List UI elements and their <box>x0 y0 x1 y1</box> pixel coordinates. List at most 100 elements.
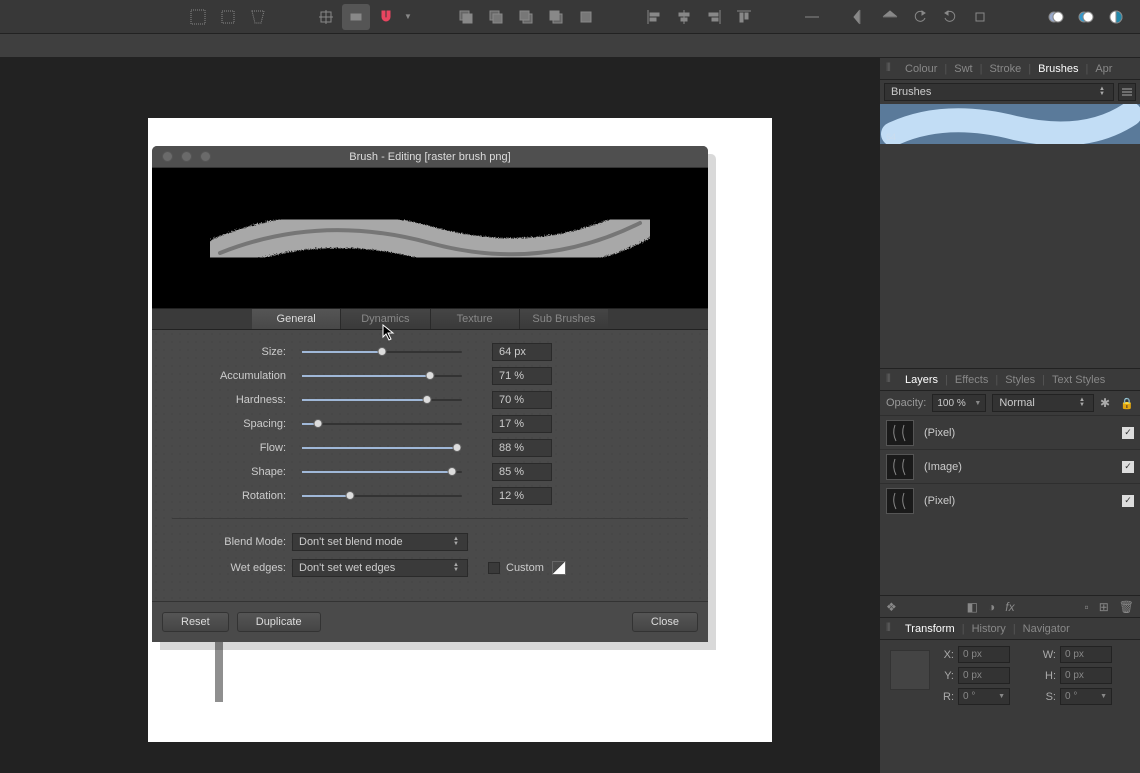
trash-icon[interactable]: 🗑 <box>1119 600 1134 614</box>
grid-icon[interactable]: ⊞ <box>1099 600 1109 614</box>
r-input[interactable]: 0 °▼ <box>958 688 1010 705</box>
layer-row[interactable]: (Image) ✓ <box>880 449 1140 483</box>
layer-name: (Pixel) <box>924 495 1122 507</box>
tab-texture[interactable]: Texture <box>431 309 520 329</box>
slider-value-4[interactable]: 88 % <box>492 439 552 457</box>
tab-brushes[interactable]: Brushes <box>1031 61 1085 77</box>
layer-blend-select[interactable]: Normal▲▼ <box>992 394 1094 412</box>
tab-appearance[interactable]: Apr <box>1088 61 1119 77</box>
context-bar <box>0 34 1140 58</box>
slider-value-2[interactable]: 70 % <box>492 391 552 409</box>
layer-visible-checkbox[interactable]: ✓ <box>1122 495 1134 507</box>
slider-value-5[interactable]: 85 % <box>492 463 552 481</box>
tab-text-styles[interactable]: Text Styles <box>1045 372 1112 388</box>
close-button[interactable]: Close <box>632 612 698 632</box>
opacity-input[interactable]: 100 %▼ <box>932 394 986 412</box>
layer-visible-checkbox[interactable]: ✓ <box>1122 461 1134 473</box>
tab-history[interactable]: History <box>965 621 1013 637</box>
arrange-forward-icon[interactable] <box>512 4 540 30</box>
window-minimize-dot[interactable] <box>181 151 192 162</box>
slider-value-3[interactable]: 17 % <box>492 415 552 433</box>
mask-icon[interactable]: ◧ <box>967 600 978 614</box>
flip-v-icon[interactable] <box>876 4 904 30</box>
lock-icon[interactable]: 🔒 <box>1120 397 1134 410</box>
slider-track-6[interactable] <box>302 495 462 497</box>
lasso-icon[interactable] <box>244 4 272 30</box>
arrange-backward-icon[interactable] <box>482 4 510 30</box>
slider-track-5[interactable] <box>302 471 462 473</box>
add-layer-icon[interactable]: ▫ <box>1084 600 1088 614</box>
tab-dynamics[interactable]: Dynamics <box>341 309 430 329</box>
gear-icon[interactable]: ✱ <box>1100 396 1114 410</box>
arrange-front-icon[interactable] <box>542 4 570 30</box>
layer-row[interactable]: (Pixel) ✓ <box>880 415 1140 449</box>
slider-track-4[interactable] <box>302 447 462 449</box>
reset-button[interactable]: Reset <box>162 612 229 632</box>
magnet-icon[interactable] <box>372 4 400 30</box>
tab-navigator[interactable]: Navigator <box>1016 621 1077 637</box>
custom-checkbox[interactable] <box>488 562 500 574</box>
tab-general[interactable]: General <box>252 309 341 329</box>
arrange-5-icon[interactable] <box>572 4 600 30</box>
dialog-titlebar[interactable]: Brush - Editing [raster brush png] <box>152 146 708 168</box>
window-zoom-dot[interactable] <box>200 151 211 162</box>
slider-value-0[interactable]: 64 px <box>492 343 552 361</box>
custom-ramp-icon[interactable] <box>552 561 566 575</box>
h-label: H: <box>1042 670 1056 682</box>
slider-track-0[interactable] <box>302 351 462 353</box>
w-input[interactable]: 0 px <box>1060 646 1112 663</box>
tab-effects[interactable]: Effects <box>948 372 995 388</box>
align-center-icon[interactable] <box>670 4 698 30</box>
grid-select-icon[interactable] <box>184 4 212 30</box>
layers-stack-icon[interactable]: ❖ <box>886 600 897 614</box>
distribute-h-icon[interactable] <box>798 4 826 30</box>
slider-track-2[interactable] <box>302 399 462 401</box>
adjustment-icon[interactable]: ◑ <box>988 600 995 614</box>
slider-track-1[interactable] <box>302 375 462 377</box>
panel-grip-icon[interactable]: ⦀ <box>886 373 896 386</box>
boolean-add-icon[interactable] <box>1042 4 1070 30</box>
fx-icon[interactable]: fx <box>1005 600 1014 614</box>
rect-select-icon[interactable] <box>214 4 242 30</box>
tab-transform[interactable]: Transform <box>898 621 962 637</box>
blend-mode-dropdown[interactable]: Don't set blend mode ▲▼ <box>292 533 468 551</box>
slider-value-1[interactable]: 71 % <box>492 367 552 385</box>
x-input[interactable]: 0 px <box>958 646 1010 663</box>
tab-layers[interactable]: Layers <box>898 372 945 388</box>
rotate-ccw-icon[interactable] <box>906 4 934 30</box>
panel-grip-icon[interactable]: ⦀ <box>886 622 896 635</box>
pixel-grid-icon[interactable] <box>312 4 340 30</box>
snap-box-icon[interactable] <box>342 4 370 30</box>
align-right-icon[interactable] <box>700 4 728 30</box>
flip-h-icon[interactable] <box>846 4 874 30</box>
s-input[interactable]: 0 °▼ <box>1060 688 1112 705</box>
tab-stroke[interactable]: Stroke <box>982 61 1028 77</box>
rotate-cw-icon[interactable] <box>936 4 964 30</box>
brush-category-select[interactable]: Brushes ▲▼ <box>884 83 1114 101</box>
brush-thumbnail[interactable]: 64 <box>880 104 1140 144</box>
snap-dropdown-caret[interactable]: ▼ <box>404 12 412 21</box>
slider-value-6[interactable]: 12 % <box>492 487 552 505</box>
layer-visible-checkbox[interactable]: ✓ <box>1122 427 1134 439</box>
anchor-widget[interactable] <box>890 650 930 690</box>
h-input[interactable]: 0 px <box>1060 667 1112 684</box>
tab-styles[interactable]: Styles <box>998 372 1042 388</box>
brush-panel-menu-icon[interactable] <box>1118 83 1136 101</box>
boolean-intersect-icon[interactable] <box>1102 4 1130 30</box>
slider-label-2: Hardness: <box>172 394 292 406</box>
tab-swatches[interactable]: Swt <box>947 61 979 77</box>
rotate-3-icon[interactable] <box>966 4 994 30</box>
y-input[interactable]: 0 px <box>958 667 1010 684</box>
tab-colour[interactable]: Colour <box>898 61 944 77</box>
align-left-icon[interactable] <box>640 4 668 30</box>
wet-edges-dropdown[interactable]: Don't set wet edges ▲▼ <box>292 559 468 577</box>
panel-grip-icon[interactable]: ⦀ <box>886 62 896 75</box>
duplicate-button[interactable]: Duplicate <box>237 612 321 632</box>
align-top-icon[interactable] <box>730 4 758 30</box>
window-close-dot[interactable] <box>162 151 173 162</box>
tab-sub-brushes[interactable]: Sub Brushes <box>520 309 608 329</box>
arrange-back-icon[interactable] <box>452 4 480 30</box>
boolean-subtract-icon[interactable] <box>1072 4 1100 30</box>
layer-row[interactable]: (Pixel) ✓ <box>880 483 1140 517</box>
slider-track-3[interactable] <box>302 423 462 425</box>
